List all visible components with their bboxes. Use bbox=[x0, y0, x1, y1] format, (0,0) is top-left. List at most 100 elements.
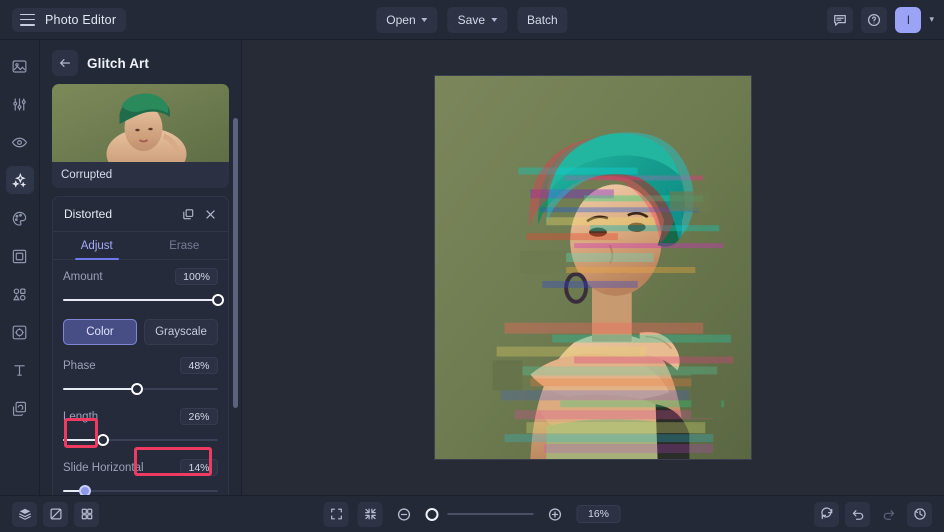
control-phase-value: 48% bbox=[180, 357, 218, 374]
slider-amount[interactable] bbox=[63, 292, 224, 308]
sparkles-icon bbox=[11, 172, 27, 188]
mode-color-button[interactable]: Color bbox=[63, 319, 137, 345]
fit-screen-button[interactable] bbox=[323, 501, 349, 527]
close-icon bbox=[205, 209, 215, 219]
undo-icon bbox=[852, 510, 863, 520]
help-button[interactable] bbox=[861, 6, 888, 33]
bottom-left-tools bbox=[12, 501, 99, 527]
page-title: Glitch Art bbox=[87, 55, 150, 71]
batch-button[interactable]: Batch bbox=[517, 6, 568, 33]
zoom-controls: 16% bbox=[323, 501, 621, 527]
sidebar-item-frame[interactable] bbox=[6, 242, 34, 270]
sidebar-item-adjust[interactable] bbox=[6, 90, 34, 118]
sliders-icon bbox=[13, 98, 26, 110]
zoom-out-button[interactable] bbox=[392, 502, 417, 527]
sidebar-item-color[interactable] bbox=[6, 204, 34, 232]
sidebar-item-image[interactable] bbox=[6, 52, 34, 80]
sidebar-item-text[interactable] bbox=[6, 356, 34, 384]
save-button[interactable]: Save bbox=[447, 6, 508, 33]
reset-icon bbox=[820, 507, 832, 520]
reset-button[interactable] bbox=[814, 501, 839, 527]
preset-thumb-image bbox=[52, 84, 229, 162]
control-slide-horizontal-value: 14% bbox=[180, 459, 218, 476]
sidebar-item-retouch[interactable] bbox=[6, 128, 34, 156]
duplicate-effect-button[interactable] bbox=[179, 205, 197, 223]
app-title: Photo Editor bbox=[45, 12, 117, 27]
grid-button[interactable] bbox=[74, 501, 99, 527]
sidebar-item-overlay[interactable] bbox=[6, 394, 34, 422]
control-slide-horizontal-label: Slide Horizontal bbox=[63, 461, 144, 474]
zoom-out-icon bbox=[397, 507, 411, 521]
app-menu-button[interactable]: Photo Editor bbox=[12, 7, 127, 32]
frame-icon bbox=[12, 249, 27, 263]
undo-button[interactable] bbox=[845, 501, 870, 527]
chevron-down-icon bbox=[491, 17, 498, 22]
preset-thumbnail bbox=[52, 84, 229, 162]
layers-icon bbox=[12, 401, 27, 416]
shrink-button[interactable] bbox=[357, 501, 383, 527]
history-controls bbox=[814, 501, 932, 527]
tab-erase-label: Erase bbox=[169, 240, 200, 252]
slider-handle[interactable] bbox=[131, 383, 144, 395]
sidebar-item-focus[interactable] bbox=[6, 318, 34, 346]
top-right-actions: I ▾ bbox=[827, 6, 934, 33]
effects-panel: Glitch Art Corrupted Distorted Adjust Er… bbox=[40, 40, 242, 495]
open-button[interactable]: Open bbox=[376, 6, 438, 33]
close-effect-button[interactable] bbox=[201, 205, 219, 223]
fit-screen-icon bbox=[330, 508, 342, 520]
control-slide-horizontal-label-row: Slide Horizontal 14% bbox=[63, 459, 218, 476]
zoom-slider-track[interactable] bbox=[447, 513, 534, 515]
history-icon bbox=[913, 508, 926, 520]
account-chevron-down-icon[interactable]: ▾ bbox=[929, 14, 934, 25]
control-phase-label-row: Phase 48% bbox=[63, 357, 218, 374]
tool-rail bbox=[0, 40, 40, 495]
glitch-portrait-image bbox=[435, 76, 751, 459]
history-button[interactable] bbox=[907, 501, 932, 527]
chevron-down-icon bbox=[421, 17, 428, 22]
batch-label: Batch bbox=[527, 12, 558, 27]
panel-scrollbar[interactable] bbox=[233, 118, 238, 408]
slider-handle[interactable] bbox=[97, 434, 110, 446]
slider-length[interactable] bbox=[63, 432, 218, 448]
main-body: Glitch Art Corrupted Distorted Adjust Er… bbox=[0, 40, 944, 495]
compare-button[interactable] bbox=[43, 501, 68, 527]
preset-card-corrupted[interactable]: Corrupted bbox=[52, 84, 229, 188]
tab-adjust[interactable]: Adjust bbox=[53, 232, 141, 260]
control-length-label: Length bbox=[63, 410, 99, 423]
zoom-in-button[interactable] bbox=[543, 502, 568, 527]
avatar-initial: I bbox=[906, 12, 911, 27]
text-icon bbox=[14, 364, 25, 376]
hamburger-icon bbox=[20, 13, 35, 26]
layers-button[interactable] bbox=[12, 501, 37, 527]
open-label: Open bbox=[386, 12, 416, 27]
slider-handle[interactable] bbox=[212, 294, 224, 306]
zoom-level-value[interactable]: 16% bbox=[576, 505, 621, 523]
shapes-icon bbox=[13, 287, 26, 301]
file-actions: Open Save Batch bbox=[376, 6, 568, 33]
compare-icon bbox=[49, 508, 62, 520]
sidebar-item-shapes[interactable] bbox=[6, 280, 34, 308]
sidebar-item-effects[interactable] bbox=[5, 166, 34, 194]
tab-erase[interactable]: Erase bbox=[141, 232, 229, 259]
effect-card-distorted: Distorted Adjust Erase Amount 100% Color… bbox=[52, 196, 229, 495]
copy-icon bbox=[183, 208, 193, 219]
image-canvas[interactable] bbox=[434, 75, 752, 460]
panel-header: Glitch Art bbox=[40, 40, 241, 84]
zoom-slider-handle[interactable] bbox=[425, 507, 439, 521]
effect-name: Distorted bbox=[64, 207, 113, 221]
slider-fill bbox=[63, 299, 218, 301]
arrow-left-icon bbox=[60, 59, 70, 67]
redo-button[interactable] bbox=[876, 502, 901, 527]
mode-grayscale-button[interactable]: Grayscale bbox=[144, 319, 218, 345]
avatar[interactable]: I bbox=[895, 6, 922, 33]
feedback-button[interactable] bbox=[827, 6, 854, 33]
image-icon bbox=[12, 59, 27, 73]
save-label: Save bbox=[457, 12, 486, 27]
panel-scroll-area: Corrupted Distorted Adjust Erase Amount … bbox=[40, 84, 241, 495]
comment-icon bbox=[834, 14, 847, 26]
slider-phase[interactable] bbox=[63, 381, 218, 397]
control-length-label-row: Length 26% bbox=[63, 408, 218, 425]
slider-slide-horizontal[interactable] bbox=[63, 483, 218, 495]
back-button[interactable] bbox=[52, 50, 78, 76]
slider-handle[interactable] bbox=[78, 485, 91, 495]
